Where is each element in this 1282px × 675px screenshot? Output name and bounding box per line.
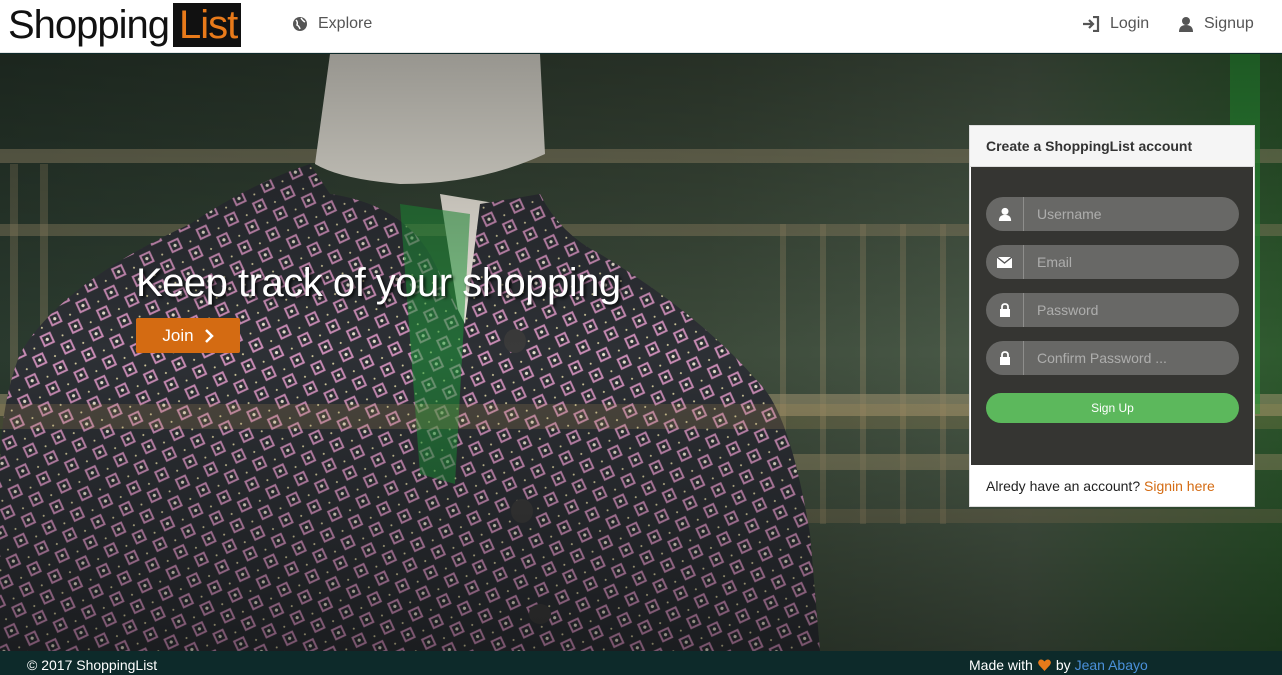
- author-link[interactable]: Jean Abayo: [1075, 657, 1148, 673]
- nav-login[interactable]: Login: [1082, 12, 1149, 36]
- brand-part1: Shopping: [8, 3, 170, 47]
- nav-explore-label: Explore: [318, 15, 373, 32]
- brand-part2: List: [173, 3, 242, 47]
- confirm-password-field-group: [986, 341, 1239, 375]
- login-icon: [1083, 16, 1100, 32]
- heart-icon: [1037, 659, 1051, 671]
- nav-signup-label: Signup: [1204, 15, 1254, 32]
- lock-icon: [986, 293, 1024, 327]
- signup-card-header: Create a ShoppingList account: [970, 126, 1254, 167]
- signin-prompt: Alredy have an account? Signin here: [986, 478, 1215, 494]
- lock-icon: [986, 341, 1024, 375]
- user-icon: [986, 197, 1024, 231]
- email-input[interactable]: [1024, 245, 1239, 279]
- by-text: by: [1055, 657, 1071, 673]
- username-field-group: [986, 197, 1239, 231]
- user-icon: [1179, 17, 1193, 32]
- copyright-text: © 2017 ShoppingList: [27, 657, 158, 673]
- signup-submit-button[interactable]: Sign Up: [986, 393, 1239, 423]
- password-field-group: [986, 293, 1239, 327]
- brand-logo[interactable]: Shopping List: [8, 3, 242, 47]
- confirm-password-input[interactable]: [1024, 341, 1239, 375]
- signup-card: Create a ShoppingList account Sig: [969, 125, 1255, 507]
- join-button[interactable]: Join: [136, 318, 240, 353]
- signin-prompt-text: Alredy have an account?: [986, 478, 1141, 494]
- hero-title: Keep track of your shopping: [136, 261, 621, 305]
- chevron-right-icon: [204, 328, 214, 343]
- nav-login-label: Login: [1110, 15, 1150, 32]
- nav-explore[interactable]: Explore: [292, 12, 372, 36]
- envelope-icon: [986, 245, 1024, 279]
- made-with-text: Made with: [969, 657, 1033, 673]
- globe-icon: [293, 17, 307, 31]
- password-input[interactable]: [1024, 293, 1239, 327]
- page-footer: © 2017 ShoppingList Made with by Jean Ab…: [0, 651, 1282, 675]
- navbar: Shopping List Explore Login Signup: [0, 0, 1282, 53]
- join-button-label: Join: [162, 325, 194, 345]
- nav-signup[interactable]: Signup: [1178, 12, 1254, 36]
- signup-form: Sign Up: [971, 167, 1253, 465]
- made-with-credit: Made with by Jean Abayo: [969, 657, 1148, 673]
- email-field-group: [986, 245, 1239, 279]
- username-input[interactable]: [1024, 197, 1239, 231]
- signin-link[interactable]: Signin here: [1144, 478, 1215, 494]
